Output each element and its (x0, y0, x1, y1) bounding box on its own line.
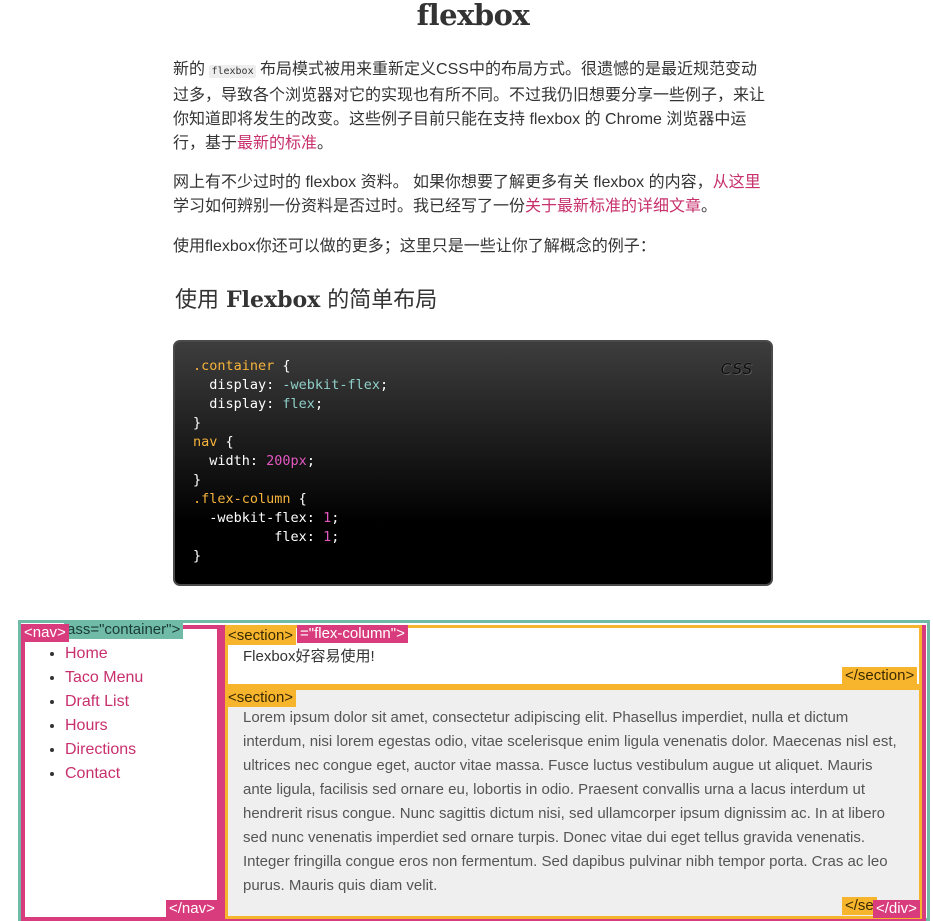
text: 新的 (173, 61, 210, 78)
text: 。 (701, 198, 718, 215)
section-2-text: Lorem ipsum dolor sit amet, consectetur … (243, 709, 897, 894)
text: 学习如何辨别一份资料是否过时。我已经写了一份 (173, 198, 526, 215)
code-language-label: CSS (720, 360, 753, 378)
page-title: flexbox (416, 0, 530, 32)
container-tag: ass="container"> (64, 621, 184, 639)
section-1-open-tag: <section> (225, 627, 297, 645)
code-brace: } (193, 548, 202, 564)
div-close-tag: </div> (873, 900, 920, 918)
code-property: display (193, 396, 267, 412)
inline-code: flexbox (209, 65, 256, 78)
examples-paragraph: 使用flexbox你还可以做的更多；这里只是一些让你了解概念的例子： (173, 238, 656, 255)
code-content: .container { display: -webkit-flex; disp… (193, 358, 389, 564)
code-property: width (193, 453, 250, 469)
text-bold: Flexbox (226, 287, 321, 313)
nav-close-tag: </nav> (166, 900, 218, 918)
nav-item-draft-list: Draft List (65, 690, 143, 714)
code-block: CSS .container { display: -webkit-flex; … (173, 340, 773, 586)
code-property: flex (193, 529, 307, 545)
intro-paragraph: 新的 flexbox 布局模式被用来重新定义CSS中的布局方式。很遗憾的是最近规… (173, 58, 771, 156)
nav-item-home: Home (65, 642, 143, 666)
code-brace: } (193, 415, 202, 431)
code-brace: } (193, 472, 202, 488)
code-property: display (193, 377, 267, 393)
section-2-close-tag: </se (842, 897, 877, 915)
section-1-text: Flexbox好容易使用! (243, 648, 375, 665)
nav-open-tag: <nav> (21, 624, 69, 642)
code-selector: .container (193, 358, 275, 374)
code-brace: { (274, 358, 291, 374)
nav-link-taco-menu[interactable]: Taco Menu (65, 669, 143, 686)
code-value: 200px (266, 453, 307, 469)
latest-standard-link[interactable]: 最新的标准 (237, 135, 317, 152)
flexbox-demo: ass="container"> <nav> ="flex-column"> <… (0, 620, 933, 921)
nav-link-draft-list[interactable]: Draft List (65, 693, 129, 710)
detailed-article-link[interactable]: 关于最新标准的详细文章 (525, 198, 701, 215)
nav-list: Home Taco Menu Draft List Hours Directio… (45, 642, 143, 786)
code-brace: { (217, 434, 234, 450)
code-selector: nav (193, 434, 218, 450)
code-property: -webkit-flex (193, 510, 307, 526)
code-value: -webkit-flex (282, 377, 380, 393)
code-value: flex (282, 396, 315, 412)
text: 网上有不少过时的 flexbox 资料。 如果你想要了解更多有关 flexbox… (173, 174, 713, 191)
flex-column-tag: ="flex-column"> (297, 625, 408, 643)
outdated-info-paragraph: 网上有不少过时的 flexbox 资料。 如果你想要了解更多有关 flexbox… (173, 171, 771, 219)
nav-link-hours[interactable]: Hours (65, 717, 108, 734)
code-value: 1 (323, 529, 332, 545)
nav-item-directions: Directions (65, 738, 143, 762)
nav-item-contact: Contact (65, 762, 143, 786)
text: 。 (317, 135, 334, 152)
section-heading: 使用 Flexbox 的简单布局 (175, 282, 437, 314)
learn-here-link[interactable]: 从这里 (713, 174, 761, 191)
nav-link-directions[interactable]: Directions (65, 741, 136, 758)
text: 的简单布局 (320, 288, 438, 313)
nav-link-home[interactable]: Home (65, 645, 108, 662)
code-selector: .flex-column (193, 491, 291, 507)
code-value: 1 (323, 510, 332, 526)
section-1-close-tag: </section> (842, 667, 918, 685)
nav-item-taco-menu: Taco Menu (65, 666, 143, 690)
nav-link-contact[interactable]: Contact (65, 765, 120, 782)
code-brace: { (290, 491, 307, 507)
text: 使用 (175, 288, 226, 313)
section-2-open-tag: <section> (225, 689, 297, 707)
nav-item-hours: Hours (65, 714, 143, 738)
